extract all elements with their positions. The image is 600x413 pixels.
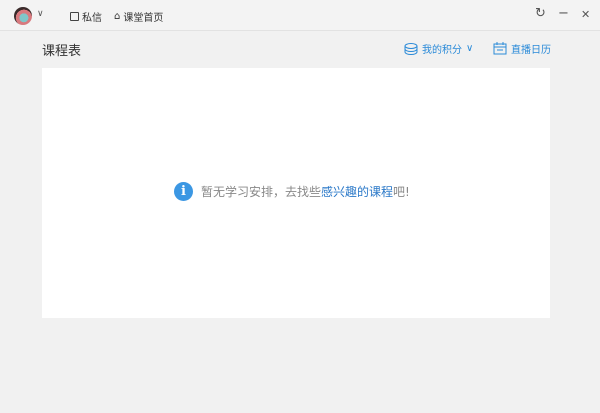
live-calendar-button[interactable]: 直播日历 bbox=[493, 41, 551, 56]
calendar-icon bbox=[493, 42, 507, 55]
close-button[interactable]: ✕ bbox=[581, 8, 590, 21]
avatar[interactable] bbox=[14, 7, 32, 25]
home-icon: ⌂ bbox=[114, 11, 121, 22]
title-bar: ∨ 私信 ⌂ 课堂首页 ↻ − ✕ bbox=[0, 0, 600, 31]
empty-state: i 暂无学习安排，去找些感兴趣的课程吧! bbox=[174, 182, 410, 201]
page-title: 课程表 bbox=[42, 44, 82, 59]
empty-prefix: 暂无学习安排，去找些 bbox=[201, 185, 322, 199]
message-icon bbox=[70, 12, 79, 21]
minimize-button[interactable]: − bbox=[558, 6, 569, 21]
empty-message: 暂无学习安排，去找些感兴趣的课程吧! bbox=[201, 183, 410, 200]
my-points-button[interactable]: 我的积分 ∨ bbox=[404, 41, 473, 56]
coins-icon bbox=[404, 42, 418, 55]
messages-label: 私信 bbox=[82, 13, 102, 24]
classroom-home-button[interactable]: ⌂ 课堂首页 bbox=[114, 9, 163, 24]
chevron-down-icon[interactable]: ∨ bbox=[37, 9, 44, 19]
schedule-panel: i 暂无学习安排，去找些感兴趣的课程吧! bbox=[42, 68, 550, 318]
refresh-icon[interactable]: ↻ bbox=[535, 6, 546, 21]
messages-button[interactable]: 私信 bbox=[70, 9, 102, 24]
classroom-home-label: 课堂首页 bbox=[123, 13, 164, 24]
chevron-down-icon: ∨ bbox=[466, 43, 474, 54]
info-icon: i bbox=[174, 182, 193, 201]
live-calendar-label: 直播日历 bbox=[511, 45, 551, 56]
interesting-courses-link[interactable]: 感兴趣的课程 bbox=[321, 185, 393, 199]
my-points-label: 我的积分 bbox=[422, 45, 462, 56]
empty-suffix: 吧! bbox=[393, 185, 410, 199]
